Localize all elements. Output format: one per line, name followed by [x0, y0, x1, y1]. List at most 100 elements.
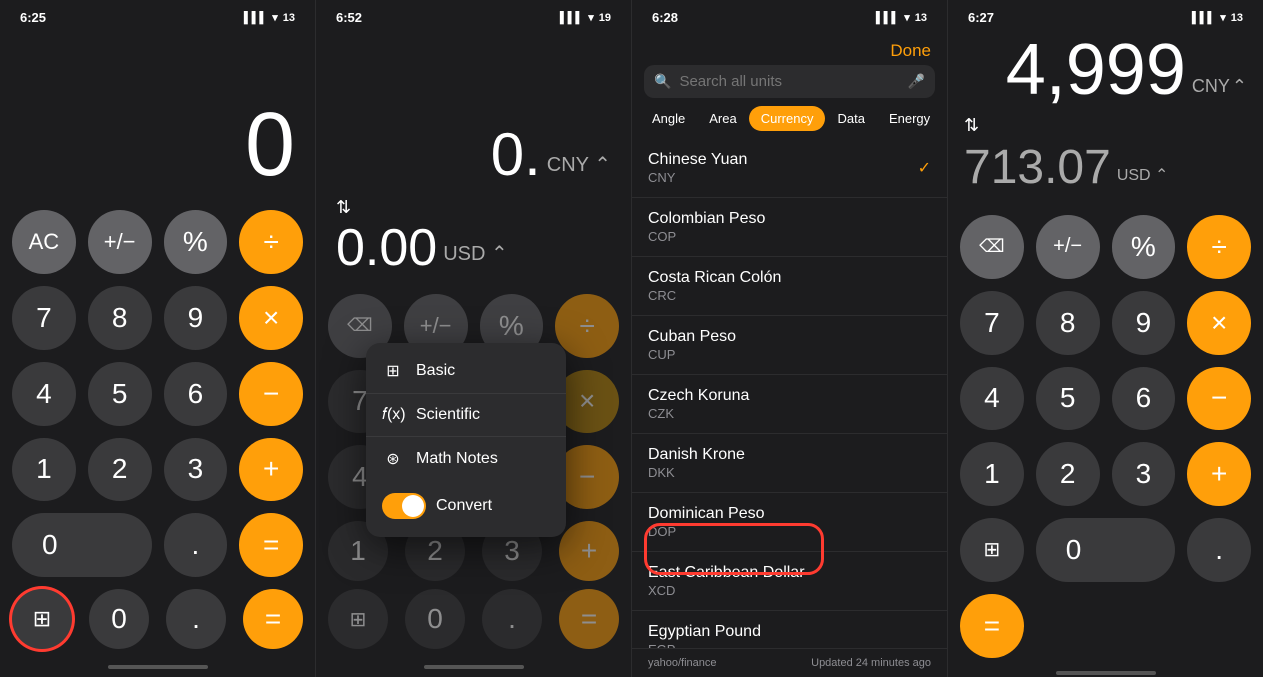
btn-2[interactable]: 2 — [88, 438, 152, 502]
btn-percent[interactable]: % — [164, 210, 228, 274]
calc-buttons-1: AC +/− % ÷ 7 8 9 × 4 5 6 − 1 2 3 + 0 . = — [0, 198, 315, 589]
btn-equals-4[interactable]: = — [960, 594, 1024, 658]
btn-minus[interactable]: − — [239, 362, 303, 426]
btn-5[interactable]: 5 — [88, 362, 152, 426]
battery-icon: 13 — [283, 12, 295, 24]
btn-plus-minus[interactable]: +/− — [88, 210, 152, 274]
done-button[interactable]: Done — [890, 41, 931, 61]
btn-9[interactable]: 9 — [164, 286, 228, 350]
currency-name-cop: Colombian Peso — [648, 210, 765, 228]
currency-info-cny: Chinese Yuan CNY — [648, 151, 747, 185]
btn-decimal[interactable]: . — [164, 513, 228, 577]
btn-divide-4[interactable]: ÷ — [1187, 215, 1251, 279]
currency-item-egp[interactable]: Egyptian Pound EGP — [632, 611, 947, 648]
result-bottom-number: 713.07 — [964, 140, 1111, 195]
menu-basic[interactable]: ⊞ Basic — [366, 349, 566, 394]
btn-2-4[interactable]: 2 — [1036, 442, 1100, 506]
search-input[interactable] — [679, 73, 899, 90]
btn-7[interactable]: 7 — [12, 286, 76, 350]
btn-8-4[interactable]: 8 — [1036, 291, 1100, 355]
btn-4-4[interactable]: 4 — [960, 367, 1024, 431]
convert-toggle-row: Convert — [366, 481, 566, 531]
currency-item-cup[interactable]: Cuban Peso CUP — [632, 316, 947, 375]
menu-mathnotes[interactable]: ⊛ Math Notes — [366, 437, 566, 481]
search-icon: 🔍 — [654, 73, 671, 90]
btn-zero[interactable]: 0 — [12, 513, 152, 577]
mic-icon[interactable]: 🎤 — [908, 73, 925, 90]
panel3-currency-picker: 6:28 ▌▌▌ ▾ 13 Done 🔍 🎤 Angle Area Curren… — [632, 0, 948, 677]
btn-calc-4[interactable]: ⊞ — [960, 518, 1024, 582]
btn-divide-2[interactable]: ÷ — [555, 294, 619, 358]
convert-toggle[interactable] — [382, 493, 426, 519]
currency-item-czk[interactable]: Czech Koruna CZK — [632, 375, 947, 434]
btn-zero-bottom[interactable]: 0 — [89, 589, 149, 649]
btn-multiply-4[interactable]: × — [1187, 291, 1251, 355]
currency-item-dop[interactable]: Dominican Peso DOP — [632, 493, 947, 552]
wifi-icon-2: ▾ — [588, 11, 594, 24]
currency-code-cny: CNY — [648, 170, 747, 185]
cat-currency[interactable]: Currency — [749, 106, 826, 131]
btn-calculator-icon[interactable]: ⊞ — [12, 589, 72, 649]
cat-angle[interactable]: Angle — [640, 106, 697, 131]
btn-decimal-bottom[interactable]: . — [166, 589, 226, 649]
panel2-convert-menu: 6:52 ▌▌▌ ▾ 19 0. CNY ⌃ ⇅ 0.00 USD ⌃ ⌫ +/… — [316, 0, 632, 677]
btn-4[interactable]: 4 — [12, 362, 76, 426]
cat-force[interactable]: Force — [942, 106, 947, 131]
btn-eq-2[interactable]: = — [559, 589, 619, 649]
btn-plus-2[interactable]: + — [559, 521, 619, 581]
btn-6-4[interactable]: 6 — [1112, 367, 1176, 431]
btn-decimal-4[interactable]: . — [1187, 518, 1251, 582]
battery-icon-4: 13 — [1231, 12, 1243, 24]
status-bar-3: 6:28 ▌▌▌ ▾ 13 — [632, 0, 947, 29]
btn-8[interactable]: 8 — [88, 286, 152, 350]
currency-item-cny[interactable]: Chinese Yuan CNY ✓ — [632, 139, 947, 198]
btn-plus-4[interactable]: + — [1187, 442, 1251, 506]
currency-item-xcd[interactable]: East Caribbean Dollar XCD — [632, 552, 947, 611]
btn-plus-minus-4[interactable]: +/− — [1036, 215, 1100, 279]
btn-7-4[interactable]: 7 — [960, 291, 1024, 355]
btn-1-4[interactable]: 1 — [960, 442, 1024, 506]
btn-3-4[interactable]: 3 — [1112, 442, 1176, 506]
yahoo-footer: yahoo/finance Updated 24 minutes ago — [632, 648, 947, 677]
currency-name-xcd: East Caribbean Dollar — [648, 564, 805, 582]
btn-calc-icon-2[interactable]: ⊞ — [328, 589, 388, 649]
btn-dot-2[interactable]: . — [482, 589, 542, 649]
btn-6[interactable]: 6 — [164, 362, 228, 426]
btn-backspace-4[interactable]: ⌫ — [960, 215, 1024, 279]
swap-icon-row: ⇅ — [316, 197, 631, 218]
currency-code-czk: CZK — [648, 406, 749, 421]
currency-code-cup: CUP — [648, 347, 736, 362]
btn-zero-4[interactable]: 0 — [1036, 518, 1176, 582]
btn-equals-bottom[interactable]: = — [243, 589, 303, 649]
btn-divide[interactable]: ÷ — [239, 210, 303, 274]
btn-5-4[interactable]: 5 — [1036, 367, 1100, 431]
btn-3[interactable]: 3 — [164, 438, 228, 502]
cat-area[interactable]: Area — [697, 106, 748, 131]
currency-item-dkk[interactable]: Danish Krone DKK — [632, 434, 947, 493]
home-indicator-1 — [0, 657, 315, 677]
btn-zero-2[interactable]: 0 — [405, 589, 465, 649]
btn-minus-4[interactable]: − — [1187, 367, 1251, 431]
btn-plus[interactable]: + — [239, 438, 303, 502]
btn-multiply[interactable]: × — [239, 286, 303, 350]
wifi-icon: ▾ — [272, 11, 278, 24]
btn-equals[interactable]: = — [239, 513, 303, 577]
chevron-icon-top: ⌃ — [1232, 76, 1247, 97]
calc-display-1: 0 — [0, 29, 315, 198]
currency-item-crc[interactable]: Costa Rican Colón CRC — [632, 257, 947, 316]
cat-energy[interactable]: Energy — [877, 106, 942, 131]
result-display: 4,999 CNY ⌃ — [948, 29, 1263, 115]
menu-scientific[interactable]: 𝑓(x) Scientific — [366, 394, 566, 437]
swap-row-4: ⇅ — [948, 115, 1263, 140]
currency-item-cop[interactable]: Colombian Peso COP — [632, 198, 947, 257]
btn-1[interactable]: 1 — [12, 438, 76, 502]
picker-header: Done — [632, 29, 947, 65]
btn-percent-4[interactable]: % — [1112, 215, 1176, 279]
btn-ac[interactable]: AC — [12, 210, 76, 274]
time-3: 6:28 — [652, 10, 678, 25]
status-bar-4: 6:27 ▌▌▌ ▾ 13 — [948, 0, 1263, 29]
result-top-currency: CNY ⌃ — [1192, 76, 1247, 97]
cat-data[interactable]: Data — [825, 106, 876, 131]
btn-9-4[interactable]: 9 — [1112, 291, 1176, 355]
search-bar: 🔍 🎤 — [644, 65, 935, 98]
